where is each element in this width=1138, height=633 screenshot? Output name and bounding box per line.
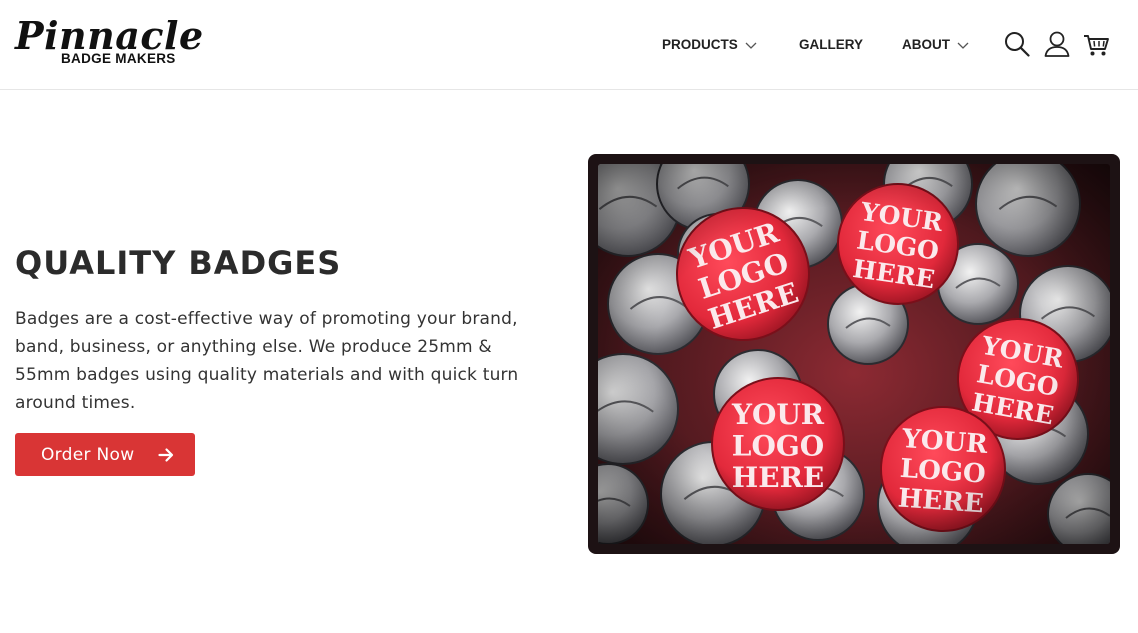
account-button[interactable] [1041,28,1073,60]
nav-gallery-label: GALLERY [799,37,863,52]
badges-photo: YOUR LOGO HERE YOUR LOGO HERE YOUR LOGO HERE YOUR… [588,154,1120,554]
badge-text: LOGO [732,429,824,462]
hero-description: Badges are a cost-effective way of promo… [15,309,519,413]
chevron-down-icon [745,42,757,49]
hero-title: QUALITY BADGES [15,244,342,282]
nav-about[interactable]: ABOUT [902,37,969,53]
nav-gallery[interactable]: GALLERY [799,37,863,53]
site-header: Pinnacle BADGE MAKERS PRODUCTS GALLERY A… [0,0,1138,90]
brand-logo[interactable]: Pinnacle BADGE MAKERS [15,14,203,68]
badge-back [598,353,679,465]
arrow-right-icon [158,447,174,462]
nav-about-label: ABOUT [902,37,950,52]
badges-illustration: YOURLOGOHEREYOURLOGOHEREYOURLOGOHEREYOUR… [598,164,1110,544]
badge-back [598,463,649,544]
badge-text: YOUR [731,398,825,431]
logo-badge: YOURLOGOHERE [711,377,845,511]
cart-icon [1084,35,1109,56]
order-now-button[interactable]: Order Now [15,433,195,476]
nav-products[interactable]: PRODUCTS [662,37,757,53]
order-now-label: Order Now [41,444,135,465]
brand-logo-tagline: BADGE MAKERS [61,51,176,66]
user-icon [1044,31,1070,57]
chevron-down-icon [957,42,969,49]
search-icon [1005,32,1030,57]
badge-text: HERE [897,483,985,519]
cart-button[interactable] [1080,28,1112,60]
search-button[interactable] [1001,28,1033,60]
nav-products-label: PRODUCTS [662,37,738,52]
badge-back [1047,473,1110,544]
badge-text: HERE [732,461,824,494]
badge-back [975,164,1081,257]
badges-photo-content: YOUR LOGO HERE YOUR LOGO HERE YOUR LOGO HERE YOUR… [598,164,1110,544]
